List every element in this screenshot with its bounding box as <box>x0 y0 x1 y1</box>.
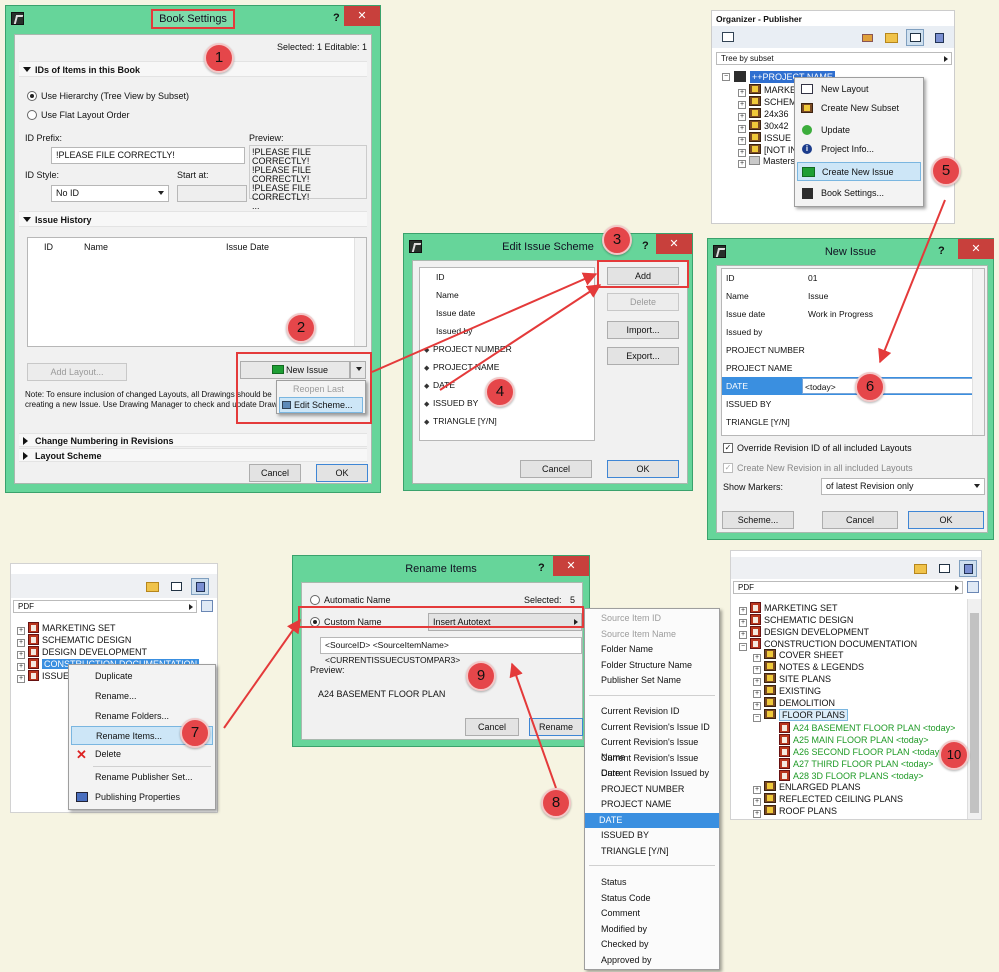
step-badge-2: 2 <box>286 313 316 343</box>
arrow-5-to-6 <box>878 199 946 364</box>
step-badge-8: 8 <box>541 788 571 818</box>
step-badge-4: 4 <box>485 377 515 407</box>
annotation-arrows <box>223 199 946 789</box>
step-badge-6: 6 <box>855 372 885 402</box>
step-badge-10: 10 <box>939 740 969 770</box>
step-badge-7: 7 <box>180 718 210 748</box>
arrow-2-to-3 <box>371 272 598 373</box>
arrow-8-to-pattern <box>509 662 557 789</box>
arrow-4-to-add <box>439 284 602 391</box>
step-badge-9: 9 <box>466 661 496 691</box>
arrow-7-to-rename <box>223 618 301 729</box>
step-badge-1: 1 <box>204 43 234 73</box>
step-badge-3: 3 <box>602 225 632 255</box>
step-badge-5: 5 <box>931 156 961 186</box>
